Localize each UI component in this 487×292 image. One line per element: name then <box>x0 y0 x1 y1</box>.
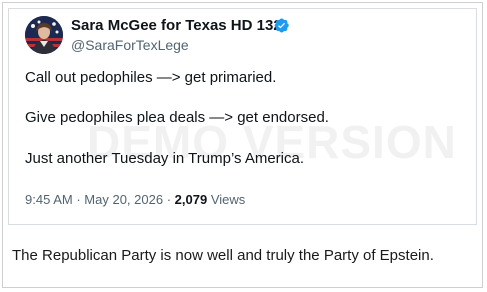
tweet-date[interactable]: May 20, 2026 <box>84 192 163 207</box>
tweet-text-line-2: Give pedophiles plea deals —> get endors… <box>25 109 329 126</box>
user-handle[interactable]: @SaraForTexLege <box>71 36 189 54</box>
verified-badge-icon <box>274 18 289 33</box>
display-name[interactable]: Sara McGee for Texas HD 132 <box>71 17 282 35</box>
tweet-text-line-3: Just another Tuesday in Trump’s America. <box>25 150 305 167</box>
tweet-time[interactable]: 9:45 AM <box>25 192 73 207</box>
tweet-text-line-1: Call out pedophiles —> get primaried. <box>25 69 277 86</box>
meta-separator: · <box>166 192 172 207</box>
views-label: Views <box>210 192 246 207</box>
meta-separator: · <box>76 192 81 207</box>
profile-photo-icon <box>25 16 63 54</box>
tweet-metadata: 9:45 AM · May 20, 2026 · 2,079 Views <box>25 191 245 209</box>
avatar[interactable] <box>25 16 63 54</box>
views-count: 2,079 <box>174 192 208 207</box>
caption-text: The Republican Party is now well and tru… <box>12 247 434 264</box>
tweet-card: DEMO VERSION Sara McGee for Texas HD 132… <box>8 8 477 225</box>
